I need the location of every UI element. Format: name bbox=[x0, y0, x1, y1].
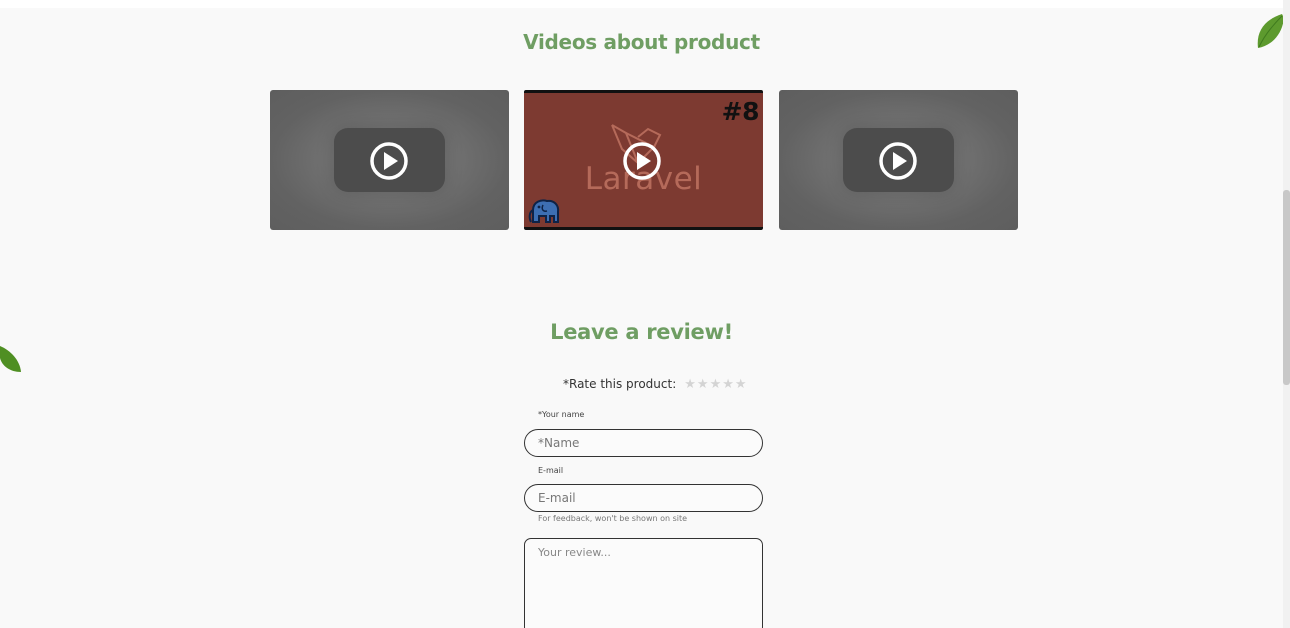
video-thumbnail-1[interactable] bbox=[270, 90, 509, 230]
play-icon[interactable] bbox=[622, 141, 662, 181]
star-4-icon[interactable]: ★ bbox=[722, 377, 734, 392]
page-content: Videos about product Laravel #8 Leave a … bbox=[0, 8, 1283, 628]
play-icon[interactable] bbox=[878, 141, 918, 181]
rating-row: *Rate this product: ★ ★ ★ ★ ★ bbox=[563, 375, 748, 393]
star-2-icon[interactable]: ★ bbox=[697, 377, 709, 392]
elephant-icon bbox=[528, 199, 560, 223]
email-helper-text: For feedback, won't be shown on site bbox=[538, 514, 688, 523]
name-field-label: *Your name bbox=[538, 410, 585, 419]
star-3-icon[interactable]: ★ bbox=[710, 377, 722, 392]
review-section-title: Leave a review! bbox=[550, 320, 733, 344]
email-field-label: E-mail bbox=[538, 466, 564, 475]
review-textarea[interactable] bbox=[524, 538, 763, 628]
rating-label: *Rate this product: bbox=[563, 377, 677, 391]
leaf-decoration-icon bbox=[0, 346, 21, 372]
name-input[interactable] bbox=[524, 429, 763, 457]
video-thumbnail-3[interactable] bbox=[779, 90, 1018, 230]
scrollbar-thumb[interactable] bbox=[1283, 190, 1290, 385]
star-5-icon[interactable]: ★ bbox=[735, 377, 747, 392]
play-icon[interactable] bbox=[369, 141, 409, 181]
video-thumbnail-2[interactable]: Laravel #8 bbox=[524, 90, 763, 230]
episode-number: #8 bbox=[721, 97, 760, 126]
videos-section-title: Videos about product bbox=[523, 30, 760, 54]
email-input[interactable] bbox=[524, 484, 763, 512]
star-1-icon[interactable]: ★ bbox=[684, 377, 696, 392]
